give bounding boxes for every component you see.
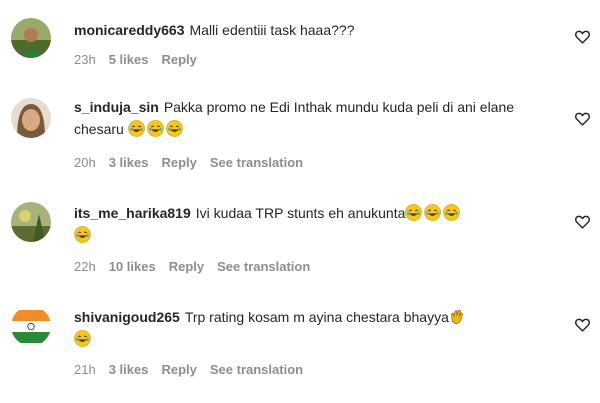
laughing-emoji-icon <box>443 204 461 221</box>
laughing-emoji-icon <box>74 330 91 347</box>
laughing-emoji-icon <box>424 204 442 221</box>
avatar[interactable] <box>11 98 51 138</box>
comment-body: Trp rating kosam m ayina chestara bhayya <box>184 309 449 325</box>
avatar[interactable] <box>11 306 51 346</box>
comment-username[interactable]: shivanigoud265 <box>74 309 180 325</box>
comment-text: s_induja_sin Pakka promo ne Edi Inthak mu… <box>74 96 552 140</box>
avatar[interactable] <box>11 202 51 242</box>
laughing-emoji-icon <box>127 120 145 137</box>
heart-icon[interactable] <box>574 110 591 127</box>
laughing-emoji-icon <box>165 120 183 137</box>
comment-time: 22h <box>74 259 96 274</box>
see-translation-link[interactable]: See translation <box>217 259 310 274</box>
comment-time: 23h <box>74 52 96 67</box>
comment-meta: 22h 10 likes Reply See translation <box>74 259 323 274</box>
comment-time: 20h <box>74 155 96 170</box>
like-count[interactable]: 10 likes <box>109 259 156 274</box>
comment-username[interactable]: monicareddy663 <box>74 22 185 38</box>
comment-body: Malli edentiii task haaa??? <box>189 22 355 38</box>
like-count[interactable]: 3 likes <box>109 362 149 377</box>
heart-icon[interactable] <box>574 28 591 45</box>
clap-emoji-icon <box>451 309 463 324</box>
comment-text: shivanigoud265 Trp rating kosam m ayina c… <box>74 306 552 350</box>
heart-icon[interactable] <box>574 213 591 230</box>
comment-body: Ivi kudaa TRP stunts eh anukunta <box>195 205 406 221</box>
avatar-woman-portrait-icon <box>11 98 51 138</box>
reply-button[interactable]: Reply <box>161 362 196 377</box>
comment-meta: 23h 5 likes Reply <box>74 52 210 67</box>
comment-meta: 20h 3 likes Reply See translation <box>74 155 316 170</box>
reply-button[interactable]: Reply <box>169 259 204 274</box>
avatar[interactable] <box>11 18 51 58</box>
comment-username[interactable]: s_induja_sin <box>74 99 159 115</box>
comment-text: monicareddy663 Malli edentiii task haaa??… <box>74 19 552 41</box>
heart-icon[interactable] <box>574 316 591 333</box>
avatar-woman-green-icon <box>11 18 51 58</box>
comment-meta: 21h 3 likes Reply See translation <box>74 362 316 377</box>
reply-button[interactable]: Reply <box>161 52 196 67</box>
comment-text: its_me_harika819 Ivi kudaa TRP stunts eh … <box>74 202 552 246</box>
comment-time: 21h <box>74 362 96 377</box>
laughing-emoji-icon <box>74 226 91 243</box>
see-translation-link[interactable]: See translation <box>210 362 303 377</box>
laughing-emoji-icon <box>405 204 423 221</box>
see-translation-link[interactable]: See translation <box>210 155 303 170</box>
laughing-emoji-icon <box>146 120 164 137</box>
avatar-india-flag-icon <box>11 306 51 346</box>
comment-username[interactable]: its_me_harika819 <box>74 205 191 221</box>
like-count[interactable]: 5 likes <box>109 52 149 67</box>
reply-button[interactable]: Reply <box>161 155 196 170</box>
avatar-nature-icon <box>11 202 51 242</box>
like-count[interactable]: 3 likes <box>109 155 149 170</box>
